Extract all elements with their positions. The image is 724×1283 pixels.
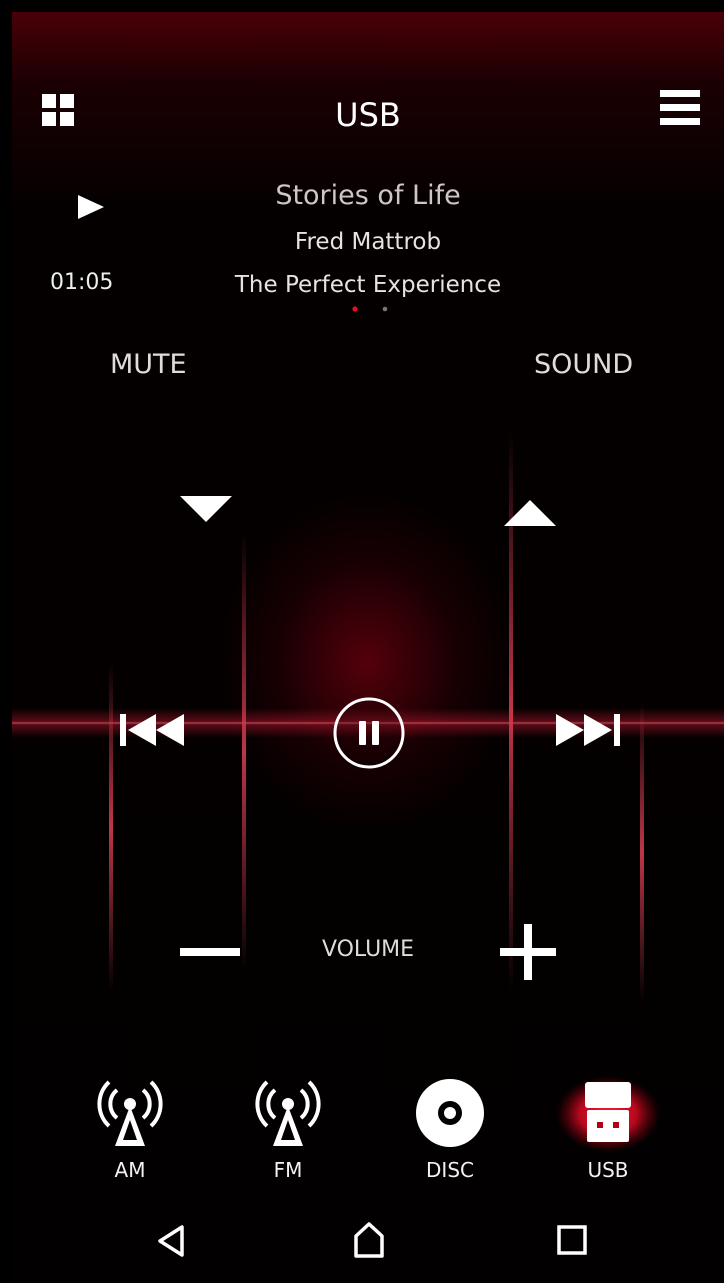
disc-icon <box>416 1079 484 1147</box>
source-am[interactable]: AM <box>80 1076 180 1182</box>
recents-icon[interactable] <box>556 1224 588 1256</box>
next-track-icon[interactable] <box>552 712 622 748</box>
hamburger-menu-icon[interactable] <box>658 86 702 130</box>
track-artist: Fred Mattrob <box>294 229 442 255</box>
back-icon[interactable] <box>156 1224 186 1258</box>
page-dot-active <box>352 306 358 312</box>
waveform-spike <box>242 532 246 972</box>
triangle-up-icon[interactable] <box>502 498 558 528</box>
page-dot <box>382 306 388 312</box>
screen: USB 01:05 Stories of Life Fred Mattrob T… <box>12 12 724 1283</box>
source-fm[interactable]: FM <box>238 1076 338 1182</box>
sound-button[interactable]: SOUND <box>534 349 633 380</box>
usb-drive-icon <box>556 1076 660 1152</box>
antenna-icon <box>97 1080 163 1146</box>
source-disc[interactable]: DISC <box>400 1076 500 1182</box>
triangle-down-icon[interactable] <box>178 494 234 524</box>
source-usb-label: USB <box>587 1158 629 1182</box>
track-album: The Perfect Experience <box>234 272 502 298</box>
source-fm-label: FM <box>273 1158 303 1182</box>
volume-label: VOLUME <box>321 937 415 962</box>
track-title: Stories of Life <box>275 180 461 211</box>
mute-button[interactable]: MUTE <box>110 349 187 380</box>
navigation-bar <box>12 1202 724 1283</box>
page-indicator <box>352 306 388 312</box>
home-icon[interactable] <box>352 1220 386 1260</box>
pause-icon[interactable] <box>332 696 406 770</box>
source-disc-label: DISC <box>426 1158 474 1182</box>
previous-track-icon[interactable] <box>118 712 188 748</box>
plus-icon[interactable] <box>498 922 558 982</box>
antenna-icon <box>255 1080 321 1146</box>
source-am-label: AM <box>114 1158 146 1182</box>
page-title: USB <box>335 96 401 134</box>
source-usb[interactable]: USB <box>556 1076 660 1182</box>
